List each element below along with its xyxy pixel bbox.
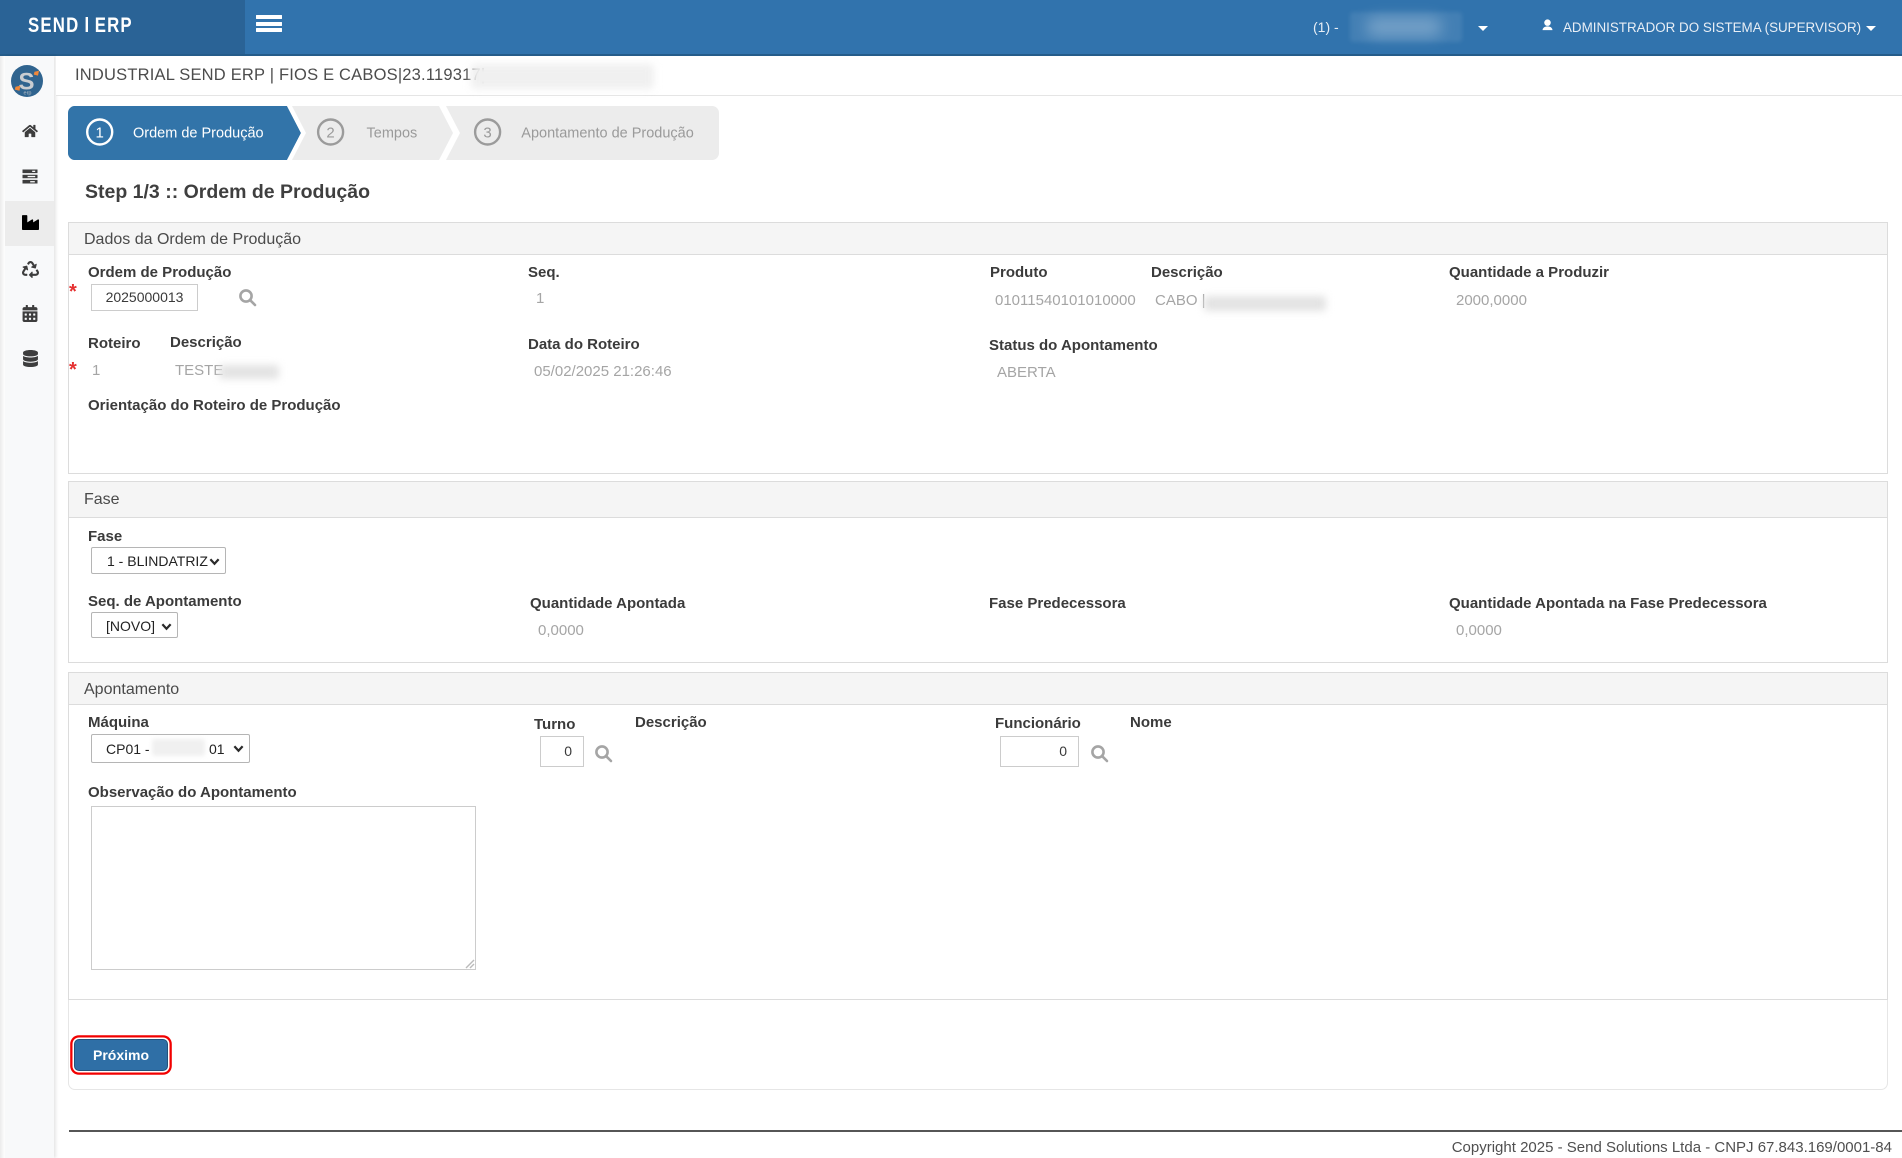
svg-text:erp: erp <box>24 91 32 97</box>
svg-text:Ordem de Produção: Ordem de Produção <box>133 126 264 142</box>
svg-text:2: 2 <box>326 125 334 142</box>
svg-text:1: 1 <box>96 125 104 142</box>
svg-text:Tempos: Tempos <box>367 126 418 142</box>
svg-text:Apontamento de Produção: Apontamento de Produção <box>521 126 694 142</box>
svg-text:3: 3 <box>483 125 491 142</box>
